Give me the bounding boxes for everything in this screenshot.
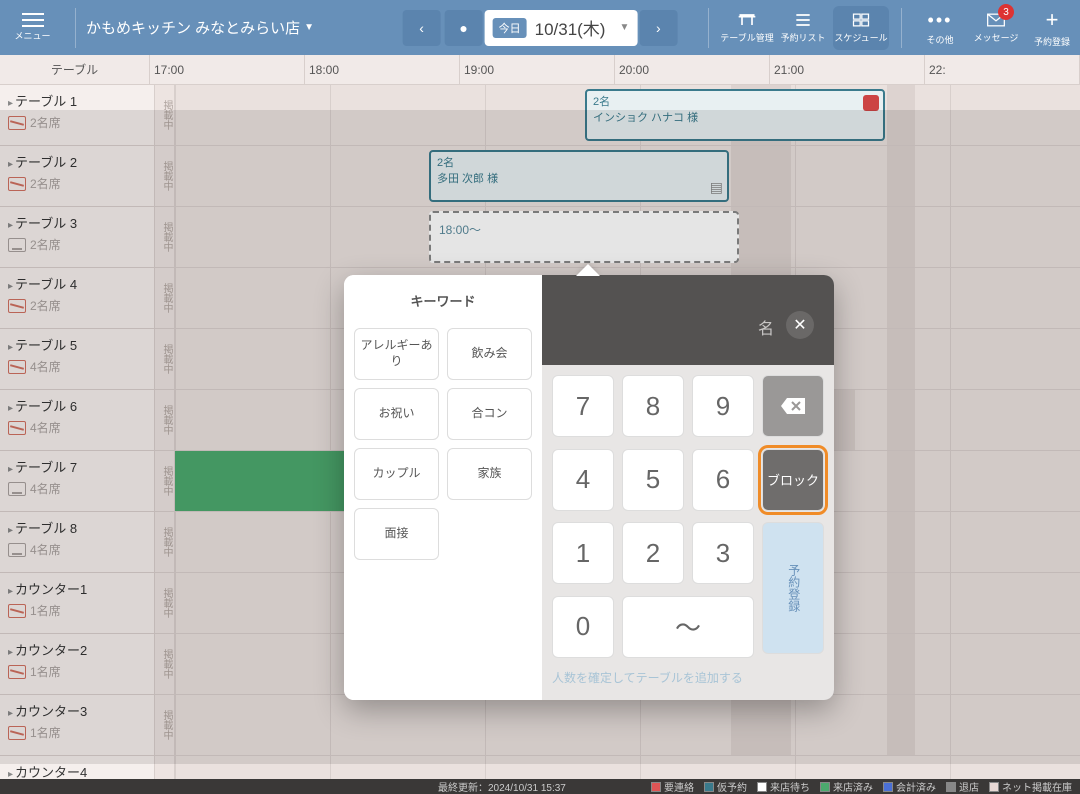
plus-icon: +: [1046, 7, 1059, 33]
today-pill: 今日: [493, 18, 527, 38]
table-icon: [737, 11, 757, 29]
key-7[interactable]: 7: [552, 375, 614, 437]
legend-item: 要連絡: [651, 779, 694, 794]
legend-item: 来店済み: [820, 779, 873, 794]
keyword-button[interactable]: 合コン: [447, 388, 532, 440]
table-name: カウンター4: [8, 762, 146, 779]
legend-item: 来店待ち: [757, 779, 810, 794]
waitlist-button[interactable]: 予約リスト: [775, 0, 831, 55]
hour-header: 17:00: [150, 55, 305, 85]
hamburger-icon: [22, 13, 44, 27]
list-icon: [793, 11, 813, 29]
add-table-hint[interactable]: 人数を確定してテーブルを追加する: [552, 669, 824, 690]
key-5[interactable]: 5: [622, 449, 684, 511]
close-button[interactable]: ✕: [786, 311, 814, 339]
block-button[interactable]: ブロック: [762, 449, 824, 511]
menu-button[interactable]: メニュー: [0, 0, 65, 55]
key-9[interactable]: 9: [692, 375, 754, 437]
menu-label: メニュー: [14, 29, 50, 42]
divider: [901, 8, 902, 48]
prev-day-button[interactable]: ‹: [403, 10, 441, 46]
key-0[interactable]: 0: [552, 596, 614, 658]
backspace-icon: [779, 396, 807, 416]
key-6[interactable]: 6: [692, 449, 754, 511]
divider: [75, 8, 76, 48]
table-name: テーブル 1: [8, 91, 146, 110]
store-name: かもめキッチン みなとみらい店: [86, 17, 300, 38]
key-4[interactable]: 4: [552, 449, 614, 511]
legend-item: 仮予約: [704, 779, 747, 794]
legend-item: ネット掲載在庫: [989, 779, 1072, 794]
reservation-source-icon: [863, 95, 879, 111]
legend-item: 会計済み: [883, 779, 936, 794]
store-selector[interactable]: かもめキッチン みなとみらい店 ▼: [86, 17, 314, 38]
keyword-button[interactable]: お祝い: [354, 388, 439, 440]
schedule-icon: [851, 11, 871, 29]
date-picker[interactable]: 今日 10/31(木) ▼: [485, 10, 638, 46]
keyword-button[interactable]: 面接: [354, 508, 439, 560]
next-day-button[interactable]: ›: [639, 10, 677, 46]
hour-header: 21:00: [770, 55, 925, 85]
keyword-button[interactable]: 家族: [447, 448, 532, 500]
schedule-button[interactable]: スケジュール: [833, 6, 889, 50]
dots-icon: •••: [928, 10, 953, 31]
last-updated: 最終更新：2024/10/31 15:37: [438, 779, 566, 794]
keyword-title: キーワード: [354, 291, 532, 310]
hour-header: 20:00: [615, 55, 770, 85]
hour-header: 19:00: [460, 55, 615, 85]
key-8[interactable]: 8: [622, 375, 684, 437]
keyword-button[interactable]: アレルギーあり: [354, 328, 439, 380]
today-dot-button[interactable]: ●: [445, 10, 483, 46]
key-2[interactable]: 2: [622, 522, 684, 584]
register-key[interactable]: 予約登録: [762, 522, 824, 654]
chevron-down-icon: ▼: [619, 22, 629, 33]
key-3[interactable]: 3: [692, 522, 754, 584]
date-text: 10/31(木): [535, 15, 606, 40]
divider: [708, 8, 709, 48]
keyword-button[interactable]: 飲み会: [447, 328, 532, 380]
keyword-button[interactable]: カップル: [354, 448, 439, 500]
table-column-header: テーブル: [0, 55, 150, 85]
popover-arrow: [576, 264, 600, 276]
hour-header: 18:00: [305, 55, 460, 85]
table-mgmt-button[interactable]: テーブル管理: [719, 0, 775, 55]
hour-header: 22:: [925, 55, 1080, 85]
chevron-down-icon: ▼: [304, 22, 314, 33]
backspace-button[interactable]: [762, 375, 824, 437]
key-tilde[interactable]: 〜: [622, 596, 754, 658]
reservation-entry-modal: キーワード アレルギーあり飲み会お祝い合コンカップル家族面接 名 ✕ 7 8 9…: [344, 275, 834, 700]
message-badge: 3: [998, 4, 1014, 20]
message-button[interactable]: 3 メッセージ: [968, 0, 1024, 55]
other-button[interactable]: ••• その他: [912, 0, 968, 55]
key-1[interactable]: 1: [552, 522, 614, 584]
register-button[interactable]: + 予約登録: [1024, 0, 1080, 55]
legend-item: 退店: [946, 779, 979, 794]
name-suffix-label: 名: [758, 315, 774, 339]
